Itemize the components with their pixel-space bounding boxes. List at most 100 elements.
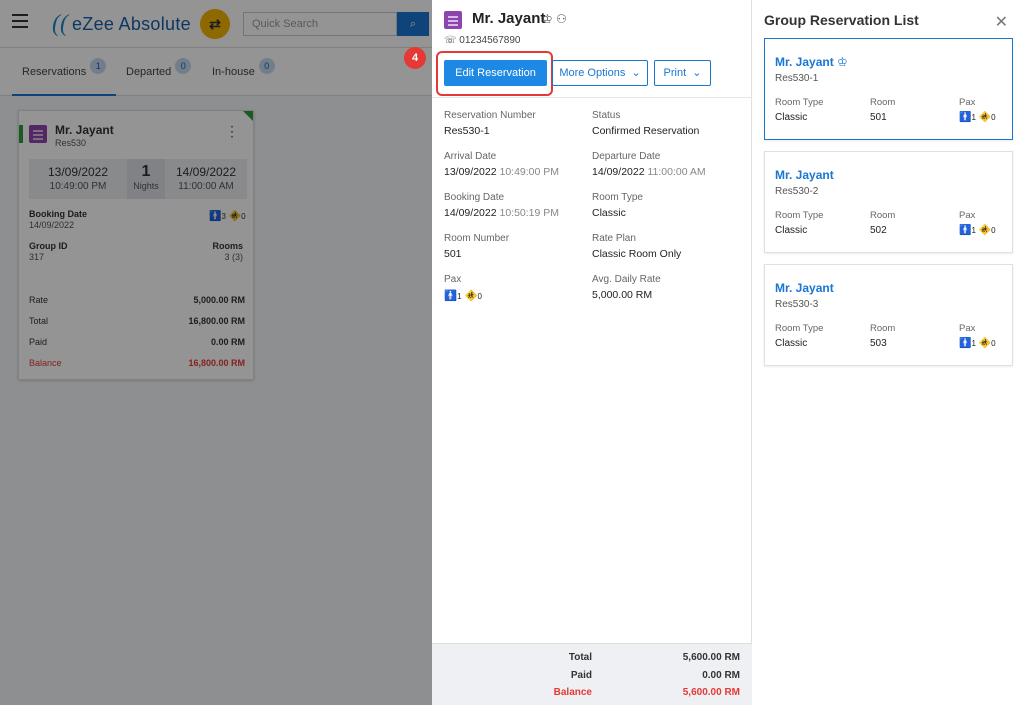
departure-time: 11:00:00 AM [647, 166, 706, 178]
field-value: 13/09/2022 10:49:00 PM [444, 166, 594, 178]
room-type-col: Room Type Classic [775, 210, 823, 236]
edit-reservation-button[interactable]: Edit Reservation [444, 60, 547, 86]
adult-count: 1 [971, 226, 976, 235]
field-label: Room Number [444, 233, 510, 244]
group-item-res: Res530-1 [775, 73, 819, 84]
child-icon: 🚸 [978, 112, 992, 123]
footer-balance-value: 5,600.00 RM [682, 687, 740, 698]
pax-col: Pax 🚹1 🚸0 [959, 97, 996, 123]
field-room-type: Room Type Classic [592, 192, 742, 219]
field-label: Booking Date [444, 192, 505, 203]
child-count: 0 [991, 339, 996, 348]
group-item-name: Mr. Jayant [775, 281, 834, 295]
room-label: Room [870, 323, 896, 334]
arrival-date: 13/09/2022 [444, 166, 497, 178]
room-label: Room [870, 210, 896, 221]
booking-date: 14/09/2022 [444, 207, 497, 219]
vip-crown-icon: ♔ [837, 55, 848, 69]
field-label: Rate Plan [592, 233, 636, 244]
room-col: Room 503 [870, 323, 895, 349]
field-booking-date: Booking Date 14/09/2022 10:50:19 PM [444, 192, 594, 219]
field-reservation-number: Reservation Number Res530-1 [444, 110, 594, 137]
child-count: 0 [477, 292, 482, 301]
field-value: Res530-1 [444, 125, 490, 137]
group-reservation-panel: Group Reservation List ✕ Mr. Jayant ♔ Re… [752, 0, 1024, 705]
field-departure-date: Departure Date 14/09/2022 11:00:00 AM [592, 151, 742, 178]
guest-phone: ☏ 01234567890 [444, 35, 520, 46]
pax-label: Pax [959, 323, 976, 334]
adult-icon: 🚹 [959, 112, 972, 123]
group-item-name-text: Mr. Jayant [775, 55, 834, 69]
room-value: 501 [870, 112, 887, 123]
detail-header: Mr. Jayant ♔ ⚇ ☏ 01234567890 4 Edit Rese… [404, 0, 752, 98]
more-options-label: More Options [559, 67, 626, 79]
room-type-label: Room Type [775, 97, 824, 108]
child-count: 0 [991, 113, 996, 122]
field-value: 501 [444, 248, 462, 260]
child-icon: 🚸 [978, 225, 992, 236]
field-value: Confirmed Reservation [592, 125, 700, 137]
room-type-value: Classic [775, 338, 808, 349]
field-pax: Pax 🚹1 🚸0 [444, 274, 594, 302]
field-rate-plan: Rate Plan Classic Room Only [592, 233, 742, 260]
phone-number: 01234567890 [459, 35, 521, 46]
vip-crown-icon: ♔ [542, 12, 553, 26]
group-item-res: Res530-2 [775, 186, 819, 197]
room-type-label: Room Type [775, 210, 824, 221]
reservation-detail-panel: Mr. Jayant ♔ ⚇ ☏ 01234567890 4 Edit Rese… [404, 0, 752, 705]
group-item[interactable]: Mr. Jayant Res530-2 Room Type Classic Ro… [764, 151, 1013, 253]
booking-time: 10:50:19 PM [499, 207, 560, 219]
room-type-col: Room Type Classic [775, 323, 823, 349]
group-item-res: Res530-3 [775, 299, 819, 310]
field-arrival-date: Arrival Date 13/09/2022 10:49:00 PM [444, 151, 594, 178]
room-type-value: Classic [775, 112, 808, 123]
print-button[interactable]: Print ⌄ [654, 60, 711, 86]
phone-icon: ☏ [444, 35, 457, 46]
field-value: 14/09/2022 11:00:00 AM [592, 166, 742, 178]
close-icon[interactable]: ✕ [995, 12, 1008, 32]
field-value: Classic Room Only [592, 248, 682, 260]
room-col: Room 501 [870, 97, 895, 123]
modal-overlay[interactable] [0, 0, 432, 705]
field-label: Departure Date [592, 151, 661, 162]
room-value: 503 [870, 338, 887, 349]
pax-counts: 🚹1 🚸0 [959, 225, 996, 236]
child-icon: 🚸 [978, 338, 992, 349]
departure-date: 14/09/2022 [592, 166, 645, 178]
adult-icon: 🚹 [959, 338, 972, 349]
footer-paid-value: 0.00 RM [702, 670, 740, 681]
group-item[interactable]: Mr. Jayant ♔ Res530-1 Room Type Classic … [764, 38, 1013, 140]
more-options-button[interactable]: More Options ⌄ [552, 60, 648, 86]
room-type-label: Room Type [775, 323, 824, 334]
chevron-down-icon: ⌄ [628, 67, 641, 79]
field-value: 5,000.00 RM [592, 289, 653, 301]
field-label: Status [592, 110, 621, 121]
step-number-badge: 4 [404, 47, 426, 69]
adult-icon: 🚹 [444, 290, 458, 302]
room-col: Room 502 [870, 210, 895, 236]
adult-count: 1 [971, 113, 976, 122]
field-room-number: Room Number 501 [444, 233, 594, 260]
field-label: Avg. Daily Rate [592, 274, 661, 285]
room-type-col: Room Type Classic [775, 97, 823, 123]
guest-flags: ♔ ⚇ [542, 12, 567, 26]
pax-counts: 🚹1 🚸0 [959, 338, 996, 349]
field-label: Arrival Date [444, 151, 497, 162]
group-icon: ⚇ [556, 12, 567, 26]
group-item[interactable]: Mr. Jayant Res530-3 Room Type Classic Ro… [764, 264, 1013, 366]
footer-total-value: 5,600.00 RM [682, 652, 740, 663]
field-status: Status Confirmed Reservation [592, 110, 742, 137]
group-item-name: Mr. Jayant ♔ [775, 55, 848, 69]
footer-paid-label: Paid [570, 670, 592, 681]
group-list-title: Group Reservation List [764, 12, 919, 28]
child-count: 0 [991, 226, 996, 235]
detail-totals: Total 5,600.00 RM Paid 0.00 RM Balance 5… [432, 643, 752, 705]
pax-label: Pax [959, 97, 976, 108]
chevron-down-icon: ⌄ [689, 67, 702, 79]
pax-col: Pax 🚹1 🚸0 [959, 210, 996, 236]
field-label: Reservation Number [444, 110, 536, 121]
pax-counts: 🚹1 🚸0 [959, 112, 996, 123]
room-label: Room [870, 97, 896, 108]
field-label: Pax [444, 274, 462, 285]
field-label: Room Type [592, 192, 643, 203]
